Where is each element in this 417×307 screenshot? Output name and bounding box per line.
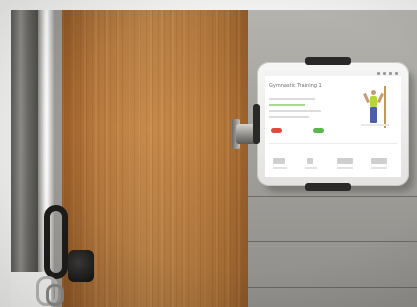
black-hook-hardware xyxy=(44,205,68,279)
figure-arm xyxy=(363,92,370,104)
stat-label xyxy=(273,167,287,169)
stat-value xyxy=(307,158,313,164)
stat-label xyxy=(337,167,353,169)
concrete-seam xyxy=(248,241,417,242)
stat-value xyxy=(273,158,285,164)
stat-label xyxy=(305,167,317,169)
tablet-holder-clip xyxy=(253,104,260,144)
battery-icon xyxy=(389,72,392,75)
text-line xyxy=(269,98,315,100)
wifi-icon xyxy=(383,72,386,75)
figure-torso xyxy=(370,96,377,107)
text-line xyxy=(269,110,321,112)
steel-rail xyxy=(11,10,39,307)
wall-bar xyxy=(384,86,386,128)
concrete-seam xyxy=(248,196,417,197)
exercise-illustration xyxy=(361,86,389,128)
stop-button[interactable] xyxy=(271,128,282,133)
clock-icon xyxy=(395,72,398,75)
image-border-top xyxy=(0,0,417,10)
tablet-status-bar xyxy=(265,71,401,76)
tablet-screen: Gymnastic Training 1 xyxy=(265,71,401,177)
stat-value xyxy=(337,158,353,164)
carabiner xyxy=(46,284,64,306)
photo-scene: Gymnastic Training 1 xyxy=(0,0,417,307)
tablet-holder-clip xyxy=(305,57,351,65)
text-line xyxy=(269,104,305,106)
figure-floor xyxy=(361,124,389,126)
stat-value xyxy=(371,158,387,164)
screen-title: Gymnastic Training 1 xyxy=(269,83,322,89)
figure-legs xyxy=(370,107,377,123)
image-border-left xyxy=(0,0,11,307)
signal-icon xyxy=(377,72,380,75)
tablet-holder-clip xyxy=(305,183,351,191)
concrete-seam xyxy=(248,287,417,288)
figure-arm xyxy=(377,92,384,104)
text-line xyxy=(269,116,309,118)
black-knob xyxy=(68,250,94,282)
divider xyxy=(269,143,397,144)
start-button[interactable] xyxy=(313,128,324,133)
stat-label xyxy=(371,167,387,169)
figure-head xyxy=(371,90,376,95)
